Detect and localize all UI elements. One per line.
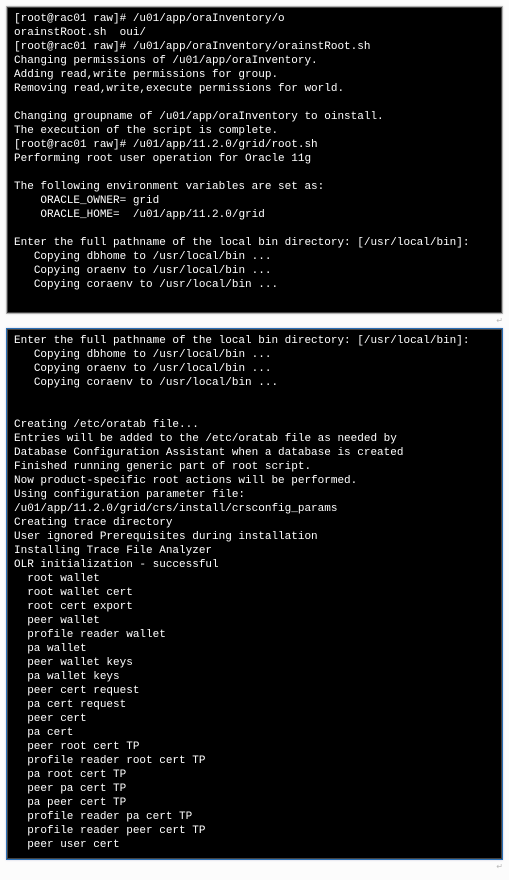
terminal-line [14, 390, 495, 404]
terminal-line: profile reader pa cert TP [14, 810, 495, 824]
terminal-line: Performing root user operation for Oracl… [14, 152, 495, 166]
terminal-line [14, 166, 495, 180]
terminal-line: peer wallet keys [14, 656, 495, 670]
page-corner-mark-1: ↵ [6, 316, 503, 324]
terminal-line: Copying oraenv to /usr/local/bin ... [14, 264, 495, 278]
terminal-line [14, 292, 495, 306]
terminal-line: OLR initialization - successful [14, 558, 495, 572]
terminal-line: peer user cert [14, 838, 495, 852]
terminal-line: Now product-specific root actions will b… [14, 474, 495, 488]
terminal-line: peer cert [14, 712, 495, 726]
terminal-line: ORACLE_OWNER= grid [14, 194, 495, 208]
terminal-line: peer root cert TP [14, 740, 495, 754]
terminal-line: Enter the full pathname of the local bin… [14, 236, 495, 250]
terminal-line: orainstRoot.sh oui/ [14, 26, 495, 40]
terminal-line: Creating /etc/oratab file... [14, 418, 495, 432]
terminal-line: Entries will be added to the /etc/oratab… [14, 432, 495, 446]
terminal-block-2: Enter the full pathname of the local bin… [6, 328, 503, 860]
terminal-line: User ignored Prerequisites during instal… [14, 530, 495, 544]
terminal-line: Changing groupname of /u01/app/oraInvent… [14, 110, 495, 124]
terminal-line: pa cert request [14, 698, 495, 712]
terminal-line: Adding read,write permissions for group. [14, 68, 495, 82]
terminal-line: profile reader wallet [14, 628, 495, 642]
terminal-output-1: [root@rac01 raw]# /u01/app/oraInventory/… [7, 7, 502, 313]
terminal-line [14, 96, 495, 110]
terminal-line: [root@rac01 raw]# /u01/app/11.2.0/grid/r… [14, 138, 495, 152]
terminal-line: Changing permissions of /u01/app/oraInve… [14, 54, 495, 68]
terminal-output-2: Enter the full pathname of the local bin… [7, 329, 502, 859]
terminal-line: Creating trace directory [14, 516, 495, 530]
terminal-line: Enter the full pathname of the local bin… [14, 334, 495, 348]
terminal-line: Copying coraenv to /usr/local/bin ... [14, 278, 495, 292]
terminal-line: [root@rac01 raw]# /u01/app/oraInventory/… [14, 12, 495, 26]
terminal-line: pa root cert TP [14, 768, 495, 782]
terminal-line: peer cert request [14, 684, 495, 698]
terminal-line: root wallet [14, 572, 495, 586]
terminal-line: The execution of the script is complete. [14, 124, 495, 138]
terminal-line [14, 404, 495, 418]
terminal-line: Copying oraenv to /usr/local/bin ... [14, 362, 495, 376]
terminal-line: Using configuration parameter file: /u01… [14, 488, 495, 516]
terminal-line: [root@rac01 raw]# /u01/app/oraInventory/… [14, 40, 495, 54]
terminal-line: peer pa cert TP [14, 782, 495, 796]
terminal-line: profile reader peer cert TP [14, 824, 495, 838]
terminal-block-1: [root@rac01 raw]# /u01/app/oraInventory/… [6, 6, 503, 314]
terminal-line: Finished running generic part of root sc… [14, 460, 495, 474]
terminal-line: Copying dbhome to /usr/local/bin ... [14, 250, 495, 264]
terminal-line: pa peer cert TP [14, 796, 495, 810]
terminal-line: pa wallet keys [14, 670, 495, 684]
terminal-line: pa wallet [14, 642, 495, 656]
terminal-line [14, 222, 495, 236]
terminal-line: ORACLE_HOME= /u01/app/11.2.0/grid [14, 208, 495, 222]
terminal-line: profile reader root cert TP [14, 754, 495, 768]
terminal-line: root wallet cert [14, 586, 495, 600]
terminal-line: peer wallet [14, 614, 495, 628]
terminal-line: Installing Trace File Analyzer [14, 544, 495, 558]
terminal-line: root cert export [14, 600, 495, 614]
terminal-line: Copying dbhome to /usr/local/bin ... [14, 348, 495, 362]
terminal-line: Database Configuration Assistant when a … [14, 446, 495, 460]
terminal-line: Removing read,write,execute permissions … [14, 82, 495, 96]
page-corner-mark-2: ↵ [6, 862, 503, 870]
terminal-line: Copying coraenv to /usr/local/bin ... [14, 376, 495, 390]
terminal-line: The following environment variables are … [14, 180, 495, 194]
